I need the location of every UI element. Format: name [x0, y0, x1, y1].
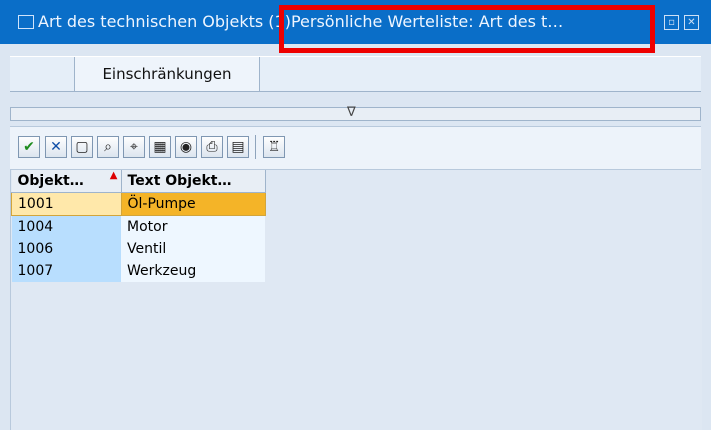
sort-ascending-icon: ▲ — [109, 170, 118, 181]
window-icon — [18, 15, 34, 29]
window-titlebar: Art des technischen Objekts (1)Persönlic… — [0, 0, 711, 44]
cancel-icon[interactable]: ✕ — [45, 136, 67, 158]
cell-text-objekt[interactable]: Werkzeug — [121, 260, 265, 282]
column-header-objekt[interactable]: Objekt… ▲ — [11, 170, 122, 193]
tabstrip: Einschränkungen — [10, 56, 701, 92]
layout-icon[interactable]: ◉ — [175, 136, 197, 158]
window-title: Art des technischen Objekts (1)Persönlic… — [38, 12, 564, 31]
splitter-arrow-icon[interactable]: ∇ — [347, 106, 356, 120]
value-list-table: Objekt… ▲ Text Objekt… 1001 Öl-Pumpe 100… — [10, 170, 702, 430]
table-row[interactable]: 1001 Öl-Pumpe — [11, 192, 266, 216]
close-button[interactable]: ✕ — [684, 15, 699, 30]
printer-icon[interactable]: ⎙ — [201, 136, 223, 158]
cell-text-objekt[interactable]: Öl-Pumpe — [120, 192, 266, 216]
column-header-text-objekt[interactable]: Text Objekt… — [121, 170, 266, 193]
details-icon[interactable]: ▤ — [227, 136, 249, 158]
cell-objekt[interactable]: 1004 — [11, 215, 121, 238]
splitter[interactable]: ∇ — [10, 106, 701, 121]
checkmark-icon[interactable]: ✔ — [18, 136, 40, 158]
cell-objekt[interactable]: 1001 — [11, 192, 122, 216]
table-row[interactable]: 1006 Ventil — [11, 238, 265, 260]
cell-text-objekt[interactable]: Ventil — [121, 238, 265, 260]
binoculars-plus-icon[interactable]: ⌖ — [123, 136, 145, 158]
grid: Objekt… ▲ Text Objekt… 1001 Öl-Pumpe 100… — [11, 170, 266, 282]
table-row[interactable]: 1004 Motor — [11, 215, 265, 238]
document-icon[interactable]: ▢ — [71, 136, 93, 158]
minimize-button[interactable]: ▫ — [664, 15, 679, 30]
cell-text-objekt[interactable]: Motor — [121, 215, 265, 238]
filter-icon[interactable]: ▦ — [149, 136, 171, 158]
cell-objekt[interactable]: 1007 — [11, 260, 121, 282]
binoculars-icon[interactable]: ⌕ — [97, 136, 119, 158]
broom-icon[interactable]: ♖ — [263, 136, 285, 158]
cell-objekt[interactable]: 1006 — [11, 238, 121, 260]
tab-einschraenkungen[interactable]: Einschränkungen — [74, 57, 260, 91]
toolbar-separator — [255, 135, 256, 159]
table-row[interactable]: 1007 Werkzeug — [11, 260, 265, 282]
alv-toolbar: ✔ ✕ ▢ ⌕ ⌖ ▦ ◉ ⎙ ▤ ♖ — [10, 126, 701, 170]
